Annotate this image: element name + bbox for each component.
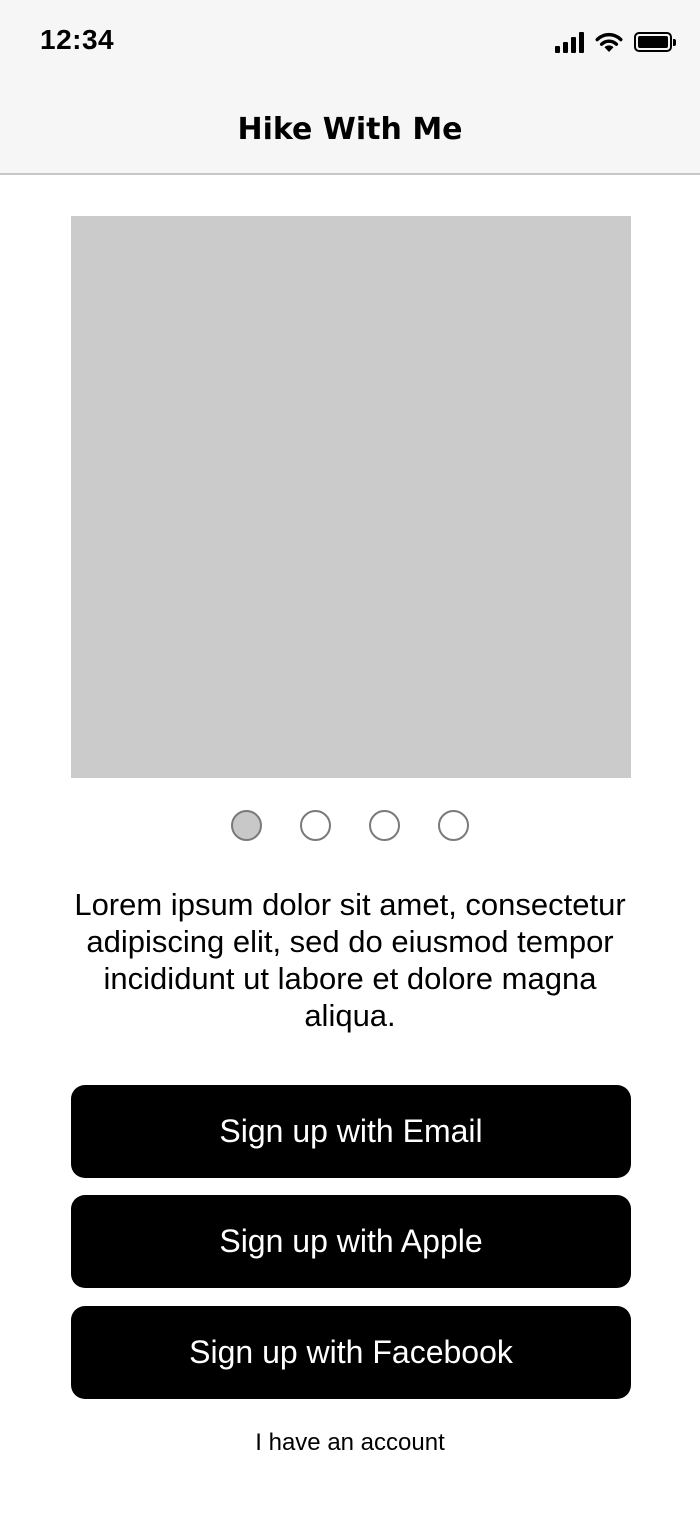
- onboarding-description: Lorem ipsum dolor sit amet, consectetur …: [74, 887, 626, 1033]
- page-title: Hike With Me: [237, 112, 463, 147]
- sign-up-email-button[interactable]: Sign up with Email: [71, 1085, 631, 1178]
- hero-image-placeholder[interactable]: [71, 216, 631, 778]
- pager-dot-1[interactable]: [231, 810, 262, 841]
- sign-up-facebook-button[interactable]: Sign up with Facebook: [71, 1306, 631, 1399]
- header: 12:34 Hike With Me: [0, 0, 700, 175]
- pager-dot-4[interactable]: [438, 810, 469, 841]
- cellular-signal-icon: [555, 31, 584, 53]
- battery-full-icon: [634, 32, 676, 52]
- have-account-link[interactable]: I have an account: [0, 1429, 700, 1457]
- carousel-pager: [0, 810, 700, 841]
- status-icons: [555, 28, 676, 56]
- status-time: 12:34: [40, 24, 115, 55]
- wifi-icon: [595, 32, 623, 52]
- pager-dot-2[interactable]: [300, 810, 331, 841]
- pager-dot-3[interactable]: [369, 810, 400, 841]
- sign-up-apple-button[interactable]: Sign up with Apple: [71, 1195, 631, 1288]
- onboarding-screen: 12:34 Hike With Me Lorem ipsum dolor sit…: [0, 0, 700, 1516]
